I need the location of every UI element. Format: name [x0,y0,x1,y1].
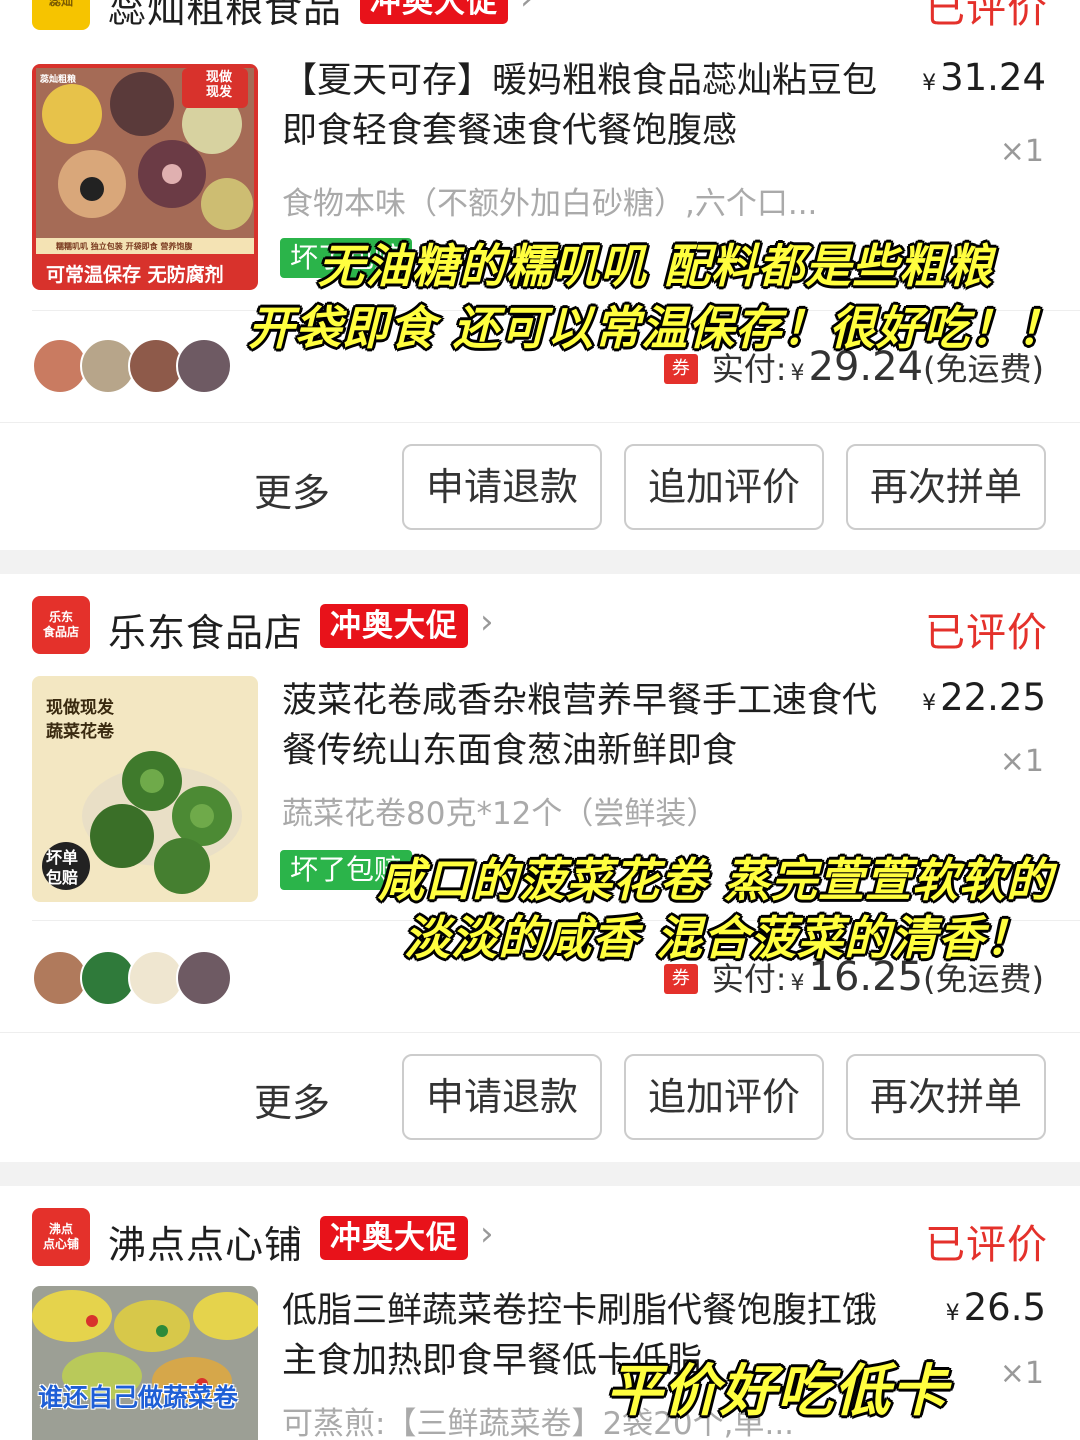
refund-button[interactable]: 申请退款 [402,1054,602,1140]
add-review-button[interactable]: 追加评价 [624,1054,824,1140]
shop-name[interactable]: 蕊灿粗粮食品 [108,0,342,33]
coupon-icon: 券 [663,354,698,384]
add-review-button[interactable]: 追加评价 [624,444,824,530]
image-strip: 糯糯叽叽 独立包装 开袋即食 营养饱腹 [56,242,193,251]
group-avatars [32,950,232,1008]
action-bar: 更多 申请退款 追加评价 再次拼单 [0,444,1080,530]
product-photo [32,1286,258,1440]
product-spec: 食物本味（不额外加白砂糖）,六个口... [282,186,818,222]
reorder-button[interactable]: 再次拼单 [846,1054,1046,1140]
more-button[interactable]: 更多 [254,462,330,517]
promo-tag: 冲奥大促 [320,1216,468,1260]
chevron-right-icon[interactable]: › [520,0,534,18]
image-badge: 坏单 包赔 [46,848,79,887]
reorder-button[interactable]: 再次拼单 [846,444,1046,530]
product-price: ¥31.24 [922,56,1046,99]
shop-name[interactable]: 沸点点心铺 [108,1214,303,1269]
order-card: 乐东 食品店 乐东食品店 冲奥大促 › 已评价 现做现发 蔬菜花卷 坏单 包赔 … [0,574,1080,1162]
product-image[interactable]: 现做现发 蕊灿粗粮 糯糯叽叽 独立包装 开袋即食 营养饱腹 可常温保存 无防腐剂 [32,64,258,290]
overlay-caption: 平价好吃低卡 [606,1359,948,1424]
product-image[interactable]: 谁还自己做蔬菜卷 [32,1286,258,1440]
image-caption: 可常温保存 无防腐剂 [46,264,224,286]
chevron-right-icon[interactable]: › [480,1214,494,1254]
divider [0,422,1080,423]
product-quantity: ×1 [999,134,1044,169]
coupon-icon: 券 [663,964,698,994]
divider [0,1032,1080,1033]
order-card: 蕊灿 蕊灿粗粮食品 冲奥大促 › 已评价 现做现发 蕊灿粗粮 糯糯叽叽 独立包装… [0,0,1080,550]
overlay-caption: 淡淡的咸香 混合菠菜的清香！ [404,911,1033,965]
product-quantity: ×1 [999,744,1044,779]
overlay-caption: 无油糖的糯叽叽 配料都是些粗粮 [318,239,994,293]
group-avatars [32,338,232,396]
promo-tag: 冲奥大促 [320,604,468,648]
shop-header[interactable]: 沸点 点心铺 沸点点心铺 冲奥大促 › 已评价 [32,1208,1048,1268]
product-spec: 蔬菜花卷80克*12个（尝鲜装） [282,796,718,832]
refund-button[interactable]: 申请退款 [402,444,602,530]
shop-header[interactable]: 乐东 食品店 乐东食品店 冲奥大促 › 已评价 [32,596,1048,656]
chevron-right-icon[interactable]: › [480,602,494,642]
avatar [176,338,232,394]
shop-name[interactable]: 乐东食品店 [108,602,303,657]
shop-header[interactable]: 蕊灿 蕊灿粗粮食品 冲奥大促 › 已评价 [32,0,1048,32]
product-title[interactable]: 【夏天可存】暖妈粗粮食品蕊灿粘豆包即食轻食套餐速食代餐饱腹感 [282,56,882,156]
order-status: 已评价 [925,1222,1048,1268]
order-status: 已评价 [925,0,1048,32]
image-badge: 现做现发 [206,70,233,100]
order-card: 沸点 点心铺 沸点点心铺 冲奥大促 › 已评价 谁还自己做蔬菜卷 低脂三鲜蔬菜卷… [0,1186,1080,1440]
shop-logo: 沸点 点心铺 [32,1208,90,1266]
product-quantity: ×1 [999,1356,1044,1391]
promo-tag: 冲奥大促 [360,0,508,24]
image-caption: 现做现发 蔬菜花卷 [46,698,114,742]
avatar [176,950,232,1006]
overlay-caption: 开袋即食 还可以常温保存！很好吃！！ [248,301,1065,355]
more-button[interactable]: 更多 [254,1072,330,1127]
action-bar: 更多 申请退款 追加评价 再次拼单 [0,1054,1080,1140]
product-price: ¥22.25 [922,676,1046,719]
order-status: 已评价 [925,610,1048,656]
product-title[interactable]: 菠菜花卷咸香杂粮营养早餐手工速食代餐传统山东面食葱油新鲜即食 [282,676,882,776]
overlay-caption: 咸口的菠菜花卷 蒸完萱萱软软的 [378,853,1054,907]
shop-logo: 乐东 食品店 [32,596,90,654]
image-caption: 谁还自己做蔬菜卷 [38,1383,239,1412]
product-image[interactable]: 现做现发 蔬菜花卷 坏单 包赔 [32,676,258,902]
shop-logo: 蕊灿 [32,0,90,30]
product-price: ¥26.5 [945,1286,1046,1329]
image-brand: 蕊灿粗粮 [40,75,77,85]
